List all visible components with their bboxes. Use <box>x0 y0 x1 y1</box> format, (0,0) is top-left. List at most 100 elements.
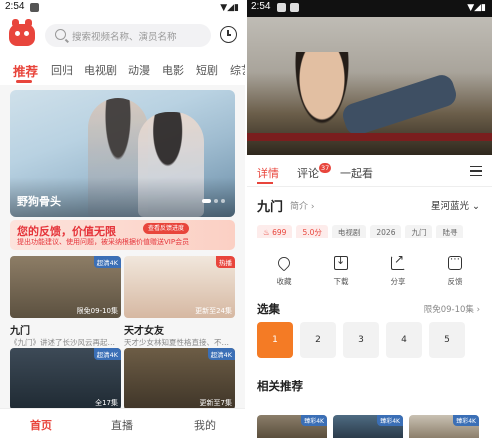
comment-count-badge: 37 <box>319 163 332 173</box>
status-time: 2:54 <box>5 1 25 12</box>
recommend-card[interactable]: 臻彩4K <box>257 415 327 438</box>
tab-comments[interactable]: 评论 <box>297 165 319 181</box>
tag-list: ♨ 699 5.0分 电视剧 2026 九门 陆寻 <box>257 220 484 238</box>
top-bar: 搜索视频名称、演员名称 <box>0 17 245 55</box>
tab-watch-together[interactable]: 一起看 <box>340 165 373 181</box>
status-bar: 2:54 ▼◢▮ <box>0 0 245 17</box>
heart-icon <box>275 254 293 272</box>
search-bar[interactable]: 搜索视频名称、演员名称 <box>45 24 211 47</box>
share-button[interactable]: 分享 <box>376 252 420 287</box>
feedback-banner[interactable]: 您的反馈，价值无限 查看反馈进度 提出功能建议、使用问题，被采纳根据价值赠送VI… <box>10 220 235 250</box>
notification-icon <box>30 3 39 12</box>
video-description: 《九门》讲述了长沙风云再起… <box>10 338 115 347</box>
carousel-dots <box>199 188 225 207</box>
video-thumbnail: 超清4K 更新至7集 <box>124 348 235 410</box>
app-logo-icon[interactable] <box>9 19 35 46</box>
banner-title: 野狗骨头 <box>17 195 61 208</box>
tab-details[interactable]: 详情 <box>257 165 279 181</box>
menu-icon[interactable] <box>470 166 482 176</box>
active-tab-indicator <box>257 182 273 184</box>
show-title: 九门 <box>257 200 284 215</box>
episode-info: 更新至24集 <box>195 307 232 315</box>
feedback-subtitle: 提出功能建议、使用问题，被采纳根据价值赠送VIP会员 <box>17 238 190 246</box>
quality-badge: 超清4K <box>207 348 235 360</box>
intro-link[interactable]: 简介 › <box>290 199 314 212</box>
nav-profile[interactable]: 我的 <box>194 417 216 433</box>
episode-info: 更新至7集 <box>199 399 232 407</box>
title-row: 九门 简介 › 星河蓝光 ⌄ <box>247 194 492 216</box>
video-description: 天才少女林知夏性格直接、不… <box>124 338 229 347</box>
bottom-nav: 首页 直播 我的 <box>0 408 245 438</box>
hot-badge: 热播 <box>216 256 235 268</box>
tab-tv-series[interactable]: 电视剧 <box>84 62 117 78</box>
episode-info: 全17集 <box>95 399 118 407</box>
share-icon <box>391 252 405 270</box>
hero-banner[interactable]: 野狗骨头 <box>10 90 235 217</box>
episodes-title: 选集 <box>257 302 280 316</box>
download-icon <box>334 254 348 270</box>
recommend-card[interactable]: 臻彩4K <box>333 415 403 438</box>
feedback-icon <box>448 254 462 270</box>
tab-return[interactable]: 回归 <box>51 62 73 78</box>
source-selector[interactable]: 星河蓝光 ⌄ <box>431 198 480 212</box>
status-bar: 2:54 ▼◢▮ <box>247 0 492 17</box>
tab-recommend[interactable]: 推荐 <box>13 61 38 80</box>
episode-button-5[interactable]: 5 <box>429 322 465 358</box>
feedback-progress-button[interactable]: 查看反馈进度 <box>143 223 190 234</box>
episodes-update-link[interactable]: 限免09-10集 › <box>424 303 480 315</box>
favorite-label: 收藏 <box>276 277 292 286</box>
video-title: 九门 <box>10 326 30 337</box>
tab-variety[interactable]: 综艺 <box>230 62 245 78</box>
actor-tag[interactable]: 陆寻 <box>436 225 464 238</box>
feedback-button[interactable]: 反馈 <box>433 254 477 287</box>
quality-badge: 臻彩4K <box>377 415 403 426</box>
recommend-card[interactable]: 臻彩4K <box>409 415 479 438</box>
episode-info: 限免09-10集 <box>76 307 118 315</box>
search-icon <box>55 29 66 40</box>
score-tag: 5.0分 <box>296 225 328 238</box>
download-label: 下载 <box>333 277 349 286</box>
detail-screen: 2:54 ▼◢▮ 详情 评论 37 一起看 九门 简介 › 星河蓝光 ⌄ ♨ 6… <box>247 0 492 438</box>
episode-button-3[interactable]: 3 <box>343 322 379 358</box>
episode-list: 12345 <box>257 322 492 358</box>
detail-tabs: 详情 评论 37 一起看 <box>247 155 492 187</box>
tab-short-drama[interactable]: 短剧 <box>196 62 218 78</box>
nav-home[interactable]: 首页 <box>30 417 52 433</box>
download-button[interactable]: 下载 <box>319 254 363 287</box>
quality-badge: 超清4K <box>93 256 121 268</box>
action-bar: 收藏 下载 分享 反馈 <box>247 252 492 296</box>
home-screen: 2:54 ▼◢▮ 搜索视频名称、演员名称 推荐 回归 电视剧 动漫 电影 短剧 … <box>0 0 245 438</box>
feedback-label: 反馈 <box>447 277 463 286</box>
search-placeholder: 搜索视频名称、演员名称 <box>72 32 177 43</box>
year-tag[interactable]: 2026 <box>370 225 402 238</box>
recommend-list: 臻彩4K 臻彩4K 臻彩4K <box>257 415 492 438</box>
active-tab-indicator <box>16 80 32 83</box>
episode-button-2[interactable]: 2 <box>300 322 336 358</box>
video-thumbnail: 超清4K 限免09-10集 <box>10 256 121 318</box>
share-label: 分享 <box>390 277 406 286</box>
system-icons: ▼◢▮ <box>220 3 239 13</box>
history-icon[interactable] <box>220 26 237 43</box>
series-tag[interactable]: 九门 <box>405 225 433 238</box>
episode-button-4[interactable]: 4 <box>386 322 422 358</box>
tab-anime[interactable]: 动漫 <box>128 62 150 78</box>
recommend-title: 相关推荐 <box>257 379 303 393</box>
video-thumbnail: 热播 更新至24集 <box>124 256 235 318</box>
favorite-button[interactable]: 收藏 <box>262 254 306 287</box>
quality-badge: 臻彩4K <box>301 415 327 426</box>
genre-tag[interactable]: 电视剧 <box>331 225 367 238</box>
popularity-tag: ♨ 699 <box>257 225 293 238</box>
quality-badge: 臻彩4K <box>453 415 479 426</box>
category-tabs: 推荐 回归 电视剧 动漫 电影 短剧 综艺 <box>0 55 245 85</box>
video-thumbnail: 超清4K 全17集 <box>10 348 121 410</box>
video-player[interactable]: 2:54 ▼◢▮ <box>247 0 492 155</box>
status-time: 2:54 <box>251 1 271 12</box>
video-title: 天才女友 <box>124 326 164 337</box>
tab-movie[interactable]: 电影 <box>162 62 184 78</box>
episode-button-1[interactable]: 1 <box>257 322 293 358</box>
notification-icon <box>290 3 299 12</box>
nav-live[interactable]: 直播 <box>111 417 133 433</box>
notification-icon <box>277 3 286 12</box>
episodes-header: 选集 限免09-10集 › <box>247 301 492 317</box>
quality-badge: 超清4K <box>93 348 121 360</box>
